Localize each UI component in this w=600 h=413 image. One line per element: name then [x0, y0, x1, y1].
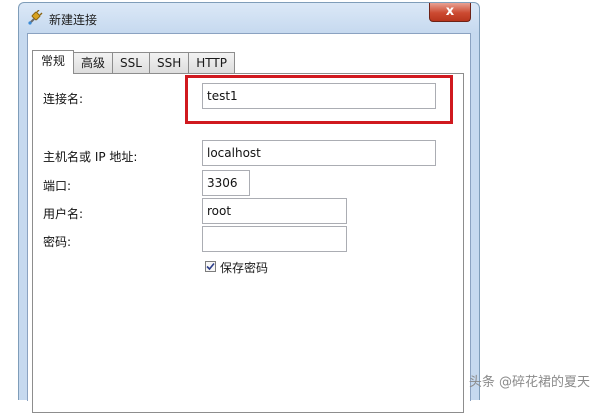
save-password-checkbox[interactable] — [205, 261, 216, 272]
tab-advanced[interactable]: 高级 — [74, 52, 114, 74]
tab-ssh[interactable]: SSH — [149, 52, 190, 74]
username-input[interactable] — [202, 198, 347, 224]
checkmark-icon — [206, 262, 215, 271]
connection-plug-icon — [27, 9, 43, 26]
password-label: 密码: — [43, 235, 72, 249]
tab-general[interactable]: 常规 — [32, 50, 75, 74]
save-password-label[interactable]: 保存密码 — [220, 259, 268, 276]
tab-strip: 常规 高级 SSL SSH HTTP — [32, 50, 235, 74]
close-icon: x — [445, 4, 455, 19]
username-label: 用户名: — [43, 207, 84, 221]
host-input[interactable] — [202, 140, 436, 166]
tab-ssl[interactable]: SSL — [113, 52, 150, 74]
watermark: 头条 @碎花裙的夏天 — [468, 375, 590, 390]
password-input[interactable] — [202, 226, 347, 252]
title-bar[interactable]: 新建连接 x — [19, 3, 479, 33]
port-input[interactable] — [202, 170, 250, 196]
connection-name-label: 连接名: — [43, 92, 84, 106]
host-label: 主机名或 IP 地址: — [43, 150, 138, 164]
port-label: 端口: — [43, 179, 72, 193]
dialog-title: 新建连接 — [49, 13, 98, 27]
close-button[interactable]: x — [429, 3, 471, 22]
highlight-box — [185, 75, 453, 124]
tab-http[interactable]: HTTP — [189, 52, 235, 74]
